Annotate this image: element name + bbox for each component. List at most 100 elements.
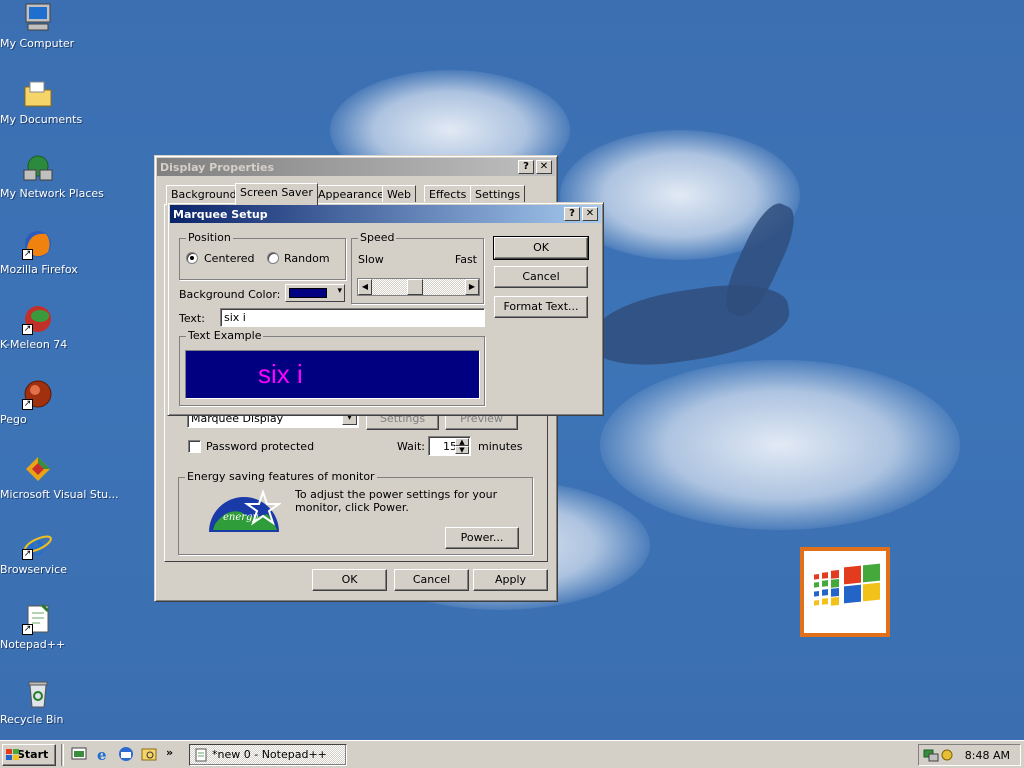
start-label: Start <box>17 748 49 761</box>
clock[interactable]: 8:48 AM <box>965 749 1010 762</box>
outlook-express-icon[interactable] <box>118 746 134 762</box>
window-title: Display Properties <box>160 160 275 174</box>
taskbar-separator <box>61 744 64 766</box>
speed-slider[interactable]: ◀ ▶ <box>357 278 480 296</box>
wait-spinner[interactable]: 15 ▲ ▼ <box>428 436 471 456</box>
speed-group-label: Speed <box>358 231 397 244</box>
shortcut-arrow-icon: ↗ <box>22 624 33 635</box>
desktop-icon-browservice[interactable]: e ↗ Browservice <box>0 528 76 576</box>
desktop-icon-label: K-Meleon 74 <box>0 338 68 351</box>
energy-text: To adjust the power settings for your mo… <box>295 488 498 514</box>
close-button[interactable]: ✕ <box>582 207 598 221</box>
network-tray-icon[interactable] <box>923 747 939 763</box>
centered-label: Centered <box>204 252 255 265</box>
task-label: *new 0 - Notepad++ <box>212 748 327 761</box>
marquee-setup-titlebar[interactable]: Marquee Setup ? ✕ <box>170 205 601 223</box>
desktop-icon-recycle-bin[interactable]: Recycle Bin <box>0 678 76 726</box>
quicklaunch-overflow-icon[interactable]: » <box>166 746 173 759</box>
ok-button[interactable]: OK <box>493 236 589 260</box>
ie-quicklaunch-icon[interactable]: e <box>95 746 111 762</box>
desktop-icon-label: Notepad++ <box>0 638 66 651</box>
taskbar: Start e » *new 0 - Notepad++ 8:48 AM <box>0 740 1024 768</box>
energy-group-label: Energy saving features of monitor <box>185 470 377 483</box>
position-group: Position Centered Random <box>179 231 346 280</box>
desktop-icon-my-documents[interactable]: My Documents <box>0 78 82 126</box>
slow-label: Slow <box>358 253 384 266</box>
shortcut-arrow-icon: ↗ <box>22 549 33 560</box>
kmeleon-icon: ↗ <box>22 303 54 335</box>
apply-button[interactable]: Apply <box>473 569 548 591</box>
svg-text:energy: energy <box>223 512 258 523</box>
text-example-label: Text Example <box>186 329 264 342</box>
minutes-label: minutes <box>478 440 523 453</box>
ok-button[interactable]: OK <box>312 569 387 591</box>
password-label: Password protected <box>206 440 315 453</box>
centered-radio[interactable] <box>186 252 198 264</box>
spin-down-icon[interactable]: ▼ <box>455 446 469 454</box>
marquee-preview-text: six i <box>258 359 303 389</box>
power-button[interactable]: Power... <box>445 527 519 549</box>
start-button[interactable]: Start <box>2 744 56 766</box>
volume-tray-icon[interactable] <box>940 748 954 762</box>
text-example-group: Text Example six i <box>179 329 485 406</box>
system-tray: 8:48 AM <box>918 744 1021 766</box>
visual-studio-icon <box>22 453 54 485</box>
background-color-label: Background Color: <box>179 288 281 301</box>
cancel-button[interactable]: Cancel <box>394 569 469 591</box>
marquee-text-input[interactable]: six i <box>220 308 485 327</box>
marquee-text-value: six i <box>224 311 246 324</box>
spin-up-icon[interactable]: ▲ <box>455 438 469 446</box>
show-desktop-icon[interactable] <box>71 746 87 762</box>
energy-star-icon: energy <box>209 490 281 532</box>
desktop-icon-notepadpp[interactable]: ↗ Notepad++ <box>0 603 76 651</box>
desktop-icon-my-computer[interactable]: My Computer <box>0 2 76 50</box>
explorer-quicklaunch-icon[interactable] <box>141 746 157 762</box>
taskbar-task-notepadpp[interactable]: *new 0 - Notepad++ <box>189 744 347 766</box>
speed-slider-thumb[interactable] <box>407 279 423 295</box>
desktop-icon-label: Pego <box>0 413 27 426</box>
desktop-icon-label: My Computer <box>0 37 75 50</box>
random-radio[interactable] <box>267 252 279 264</box>
shortcut-arrow-icon: ↗ <box>22 324 33 335</box>
desktop-icon-pego[interactable]: ↗ Pego <box>0 378 76 426</box>
my-computer-icon <box>22 2 54 34</box>
desktop-icon-label: My Documents <box>0 113 83 126</box>
desktop-icon-visual-studio[interactable]: Microsoft Visual Stu... <box>0 453 119 501</box>
ie-icon: e ↗ <box>22 528 54 562</box>
marquee-setup-dialog: Marquee Setup ? ✕ Position Centered Rand… <box>167 202 604 416</box>
speed-group: Speed Slow Fast ◀ ▶ <box>351 231 484 304</box>
windows-flag-icon <box>6 749 19 760</box>
desktop-icon-label: Microsoft Visual Stu... <box>0 488 119 501</box>
desktop-icon-kmeleon[interactable]: ↗ K-Meleon 74 <box>0 303 76 351</box>
close-button[interactable]: ✕ <box>536 160 552 174</box>
fast-label: Fast <box>454 253 477 266</box>
desktop-icon-label: Browservice <box>0 563 67 576</box>
scroll-right-icon[interactable]: ▶ <box>465 279 479 295</box>
desktop-icon-label: My Network Places <box>0 187 104 200</box>
desktop-icon-firefox[interactable]: ↗ Mozilla Firefox <box>0 228 78 276</box>
help-button[interactable]: ? <box>518 160 534 174</box>
cancel-button[interactable]: Cancel <box>494 266 588 288</box>
energy-group: Energy saving features of monitor energy… <box>178 470 533 555</box>
text-label: Text: <box>179 312 205 325</box>
password-checkbox[interactable] <box>188 440 201 453</box>
display-properties-titlebar[interactable]: Display Properties ? ✕ <box>157 158 555 176</box>
desktop-icon-network-places[interactable]: My Network Places <box>0 152 104 200</box>
desktop-icon-label: Recycle Bin <box>0 713 64 726</box>
background-color-picker[interactable]: ▾ <box>285 284 345 302</box>
chevron-down-icon: ▾ <box>337 286 342 296</box>
position-group-label: Position <box>186 231 233 244</box>
color-swatch <box>289 288 327 298</box>
tab-screen-saver[interactable]: Screen Saver <box>235 183 318 205</box>
windows-logo-icon <box>814 563 880 606</box>
random-label: Random <box>284 252 330 265</box>
shortcut-arrow-icon: ↗ <box>22 399 33 410</box>
format-text-button[interactable]: Format Text... <box>494 296 588 318</box>
marquee-preview: six i <box>185 350 480 399</box>
scroll-left-icon[interactable]: ◀ <box>358 279 372 295</box>
recycle-bin-icon <box>22 678 54 710</box>
shortcut-arrow-icon: ↗ <box>22 249 33 260</box>
notepadpp-icon: ↗ <box>22 603 54 635</box>
my-documents-icon <box>22 78 54 110</box>
help-button[interactable]: ? <box>564 207 580 221</box>
